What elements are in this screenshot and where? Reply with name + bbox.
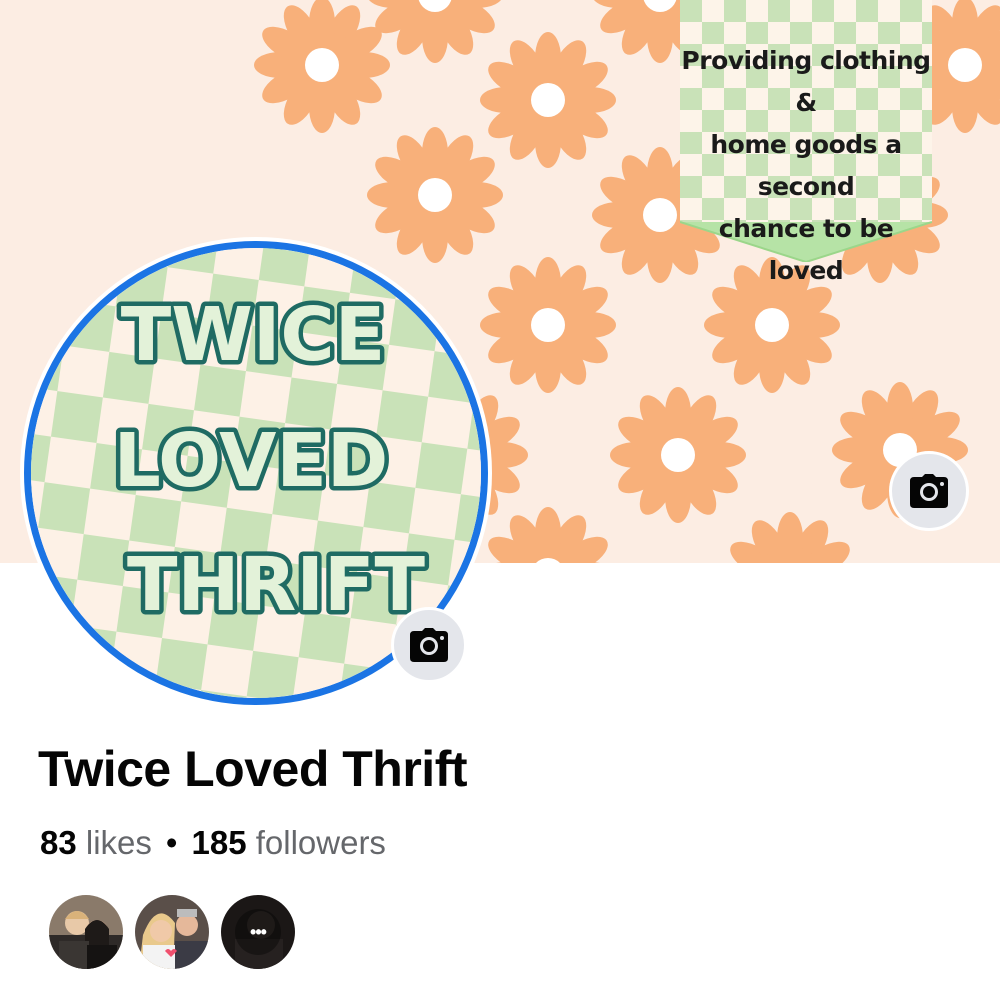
tagline-line-3: chance to be loved: [718, 214, 894, 285]
followers-label[interactable]: followers: [256, 824, 386, 861]
camera-icon: [910, 474, 948, 508]
page-stats: 83 likes • 185 followers: [40, 824, 386, 862]
camera-icon: [410, 628, 448, 662]
page-title: Twice Loved Thrift: [38, 741, 468, 797]
logo-word-2: LOVED: [114, 418, 389, 504]
likes-label[interactable]: likes: [86, 824, 152, 861]
more-friends-icon: •••: [250, 921, 267, 942]
avatar: [135, 895, 209, 969]
cover-tagline: Providing clothing & home goods a second…: [680, 40, 932, 292]
friend-avatar-more[interactable]: •••: [219, 893, 297, 971]
edit-cover-photo-button[interactable]: [889, 451, 969, 531]
tagline-line-2: home goods a second: [710, 130, 902, 201]
edit-profile-picture-button[interactable]: [391, 607, 467, 683]
logo-word-1: TWICE: [121, 292, 386, 378]
logo-word-3: THRIFT: [127, 542, 425, 628]
avatar: [49, 895, 123, 969]
likes-count: 83: [40, 824, 77, 861]
followers-count: 185: [191, 824, 247, 861]
stats-separator: •: [165, 824, 178, 861]
tagline-line-1: Providing clothing &: [681, 46, 931, 117]
friend-avatar-2[interactable]: [133, 893, 211, 971]
friend-avatar-1[interactable]: [47, 893, 125, 971]
